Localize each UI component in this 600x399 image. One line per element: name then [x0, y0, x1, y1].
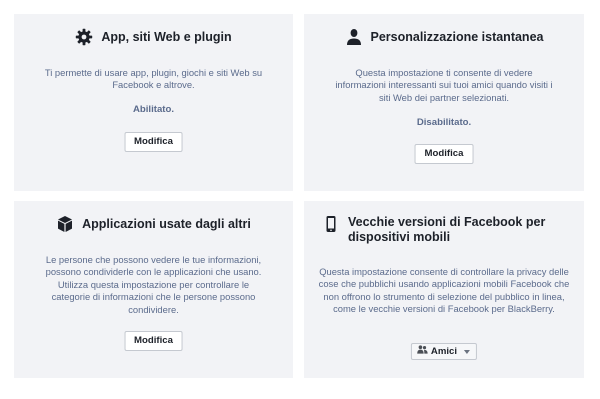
- friends-icon: [417, 344, 428, 359]
- card-description: Questa impostazione ti consente di veder…: [335, 67, 553, 103]
- person-icon: [345, 28, 363, 46]
- edit-button[interactable]: Modifica: [414, 144, 474, 164]
- audience-label: Amici: [430, 346, 458, 357]
- card-title: Personalizzazione istantanea: [370, 29, 544, 44]
- card-description: Questa impostazione consente di controll…: [318, 266, 570, 315]
- edit-button[interactable]: Modifica: [124, 331, 183, 351]
- card-header: Applicazioni usate dagli altri: [14, 215, 293, 233]
- card-description: Le persone che possono vedere le tue inf…: [45, 254, 262, 315]
- edit-button[interactable]: Modifica: [124, 132, 183, 152]
- card-description: Ti permette di usare app, plugin, giochi…: [44, 67, 263, 91]
- card-header: Vecchie versioni di Facebook per disposi…: [304, 215, 584, 245]
- status-text: Disabilitato.: [416, 117, 472, 128]
- card-title: Applicazioni usate dagli altri: [82, 216, 251, 231]
- card-title: App, siti Web e plugin: [101, 29, 232, 44]
- card-old-mobile-versions: Vecchie versioni di Facebook per disposi…: [304, 201, 584, 378]
- gear-icon: [75, 28, 93, 46]
- audience-selector-button[interactable]: Amici: [410, 343, 478, 360]
- card-title: Vecchie versioni di Facebook per disposi…: [348, 215, 546, 244]
- mobile-phone-icon: [322, 215, 340, 233]
- chevron-down-icon: [464, 349, 471, 354]
- card-apps-websites-plugins: App, siti Web e plugin Ti permette di us…: [14, 14, 293, 191]
- card-header: App, siti Web e plugin: [14, 28, 293, 46]
- card-header: Personalizzazione istantanea: [304, 28, 584, 46]
- status-text: Abilitato.: [132, 104, 175, 115]
- card-instant-personalization: Personalizzazione istantanea Questa impo…: [304, 14, 584, 191]
- card-apps-used-by-others: Applicazioni usate dagli altri Le person…: [14, 201, 293, 378]
- cube-icon: [56, 215, 74, 233]
